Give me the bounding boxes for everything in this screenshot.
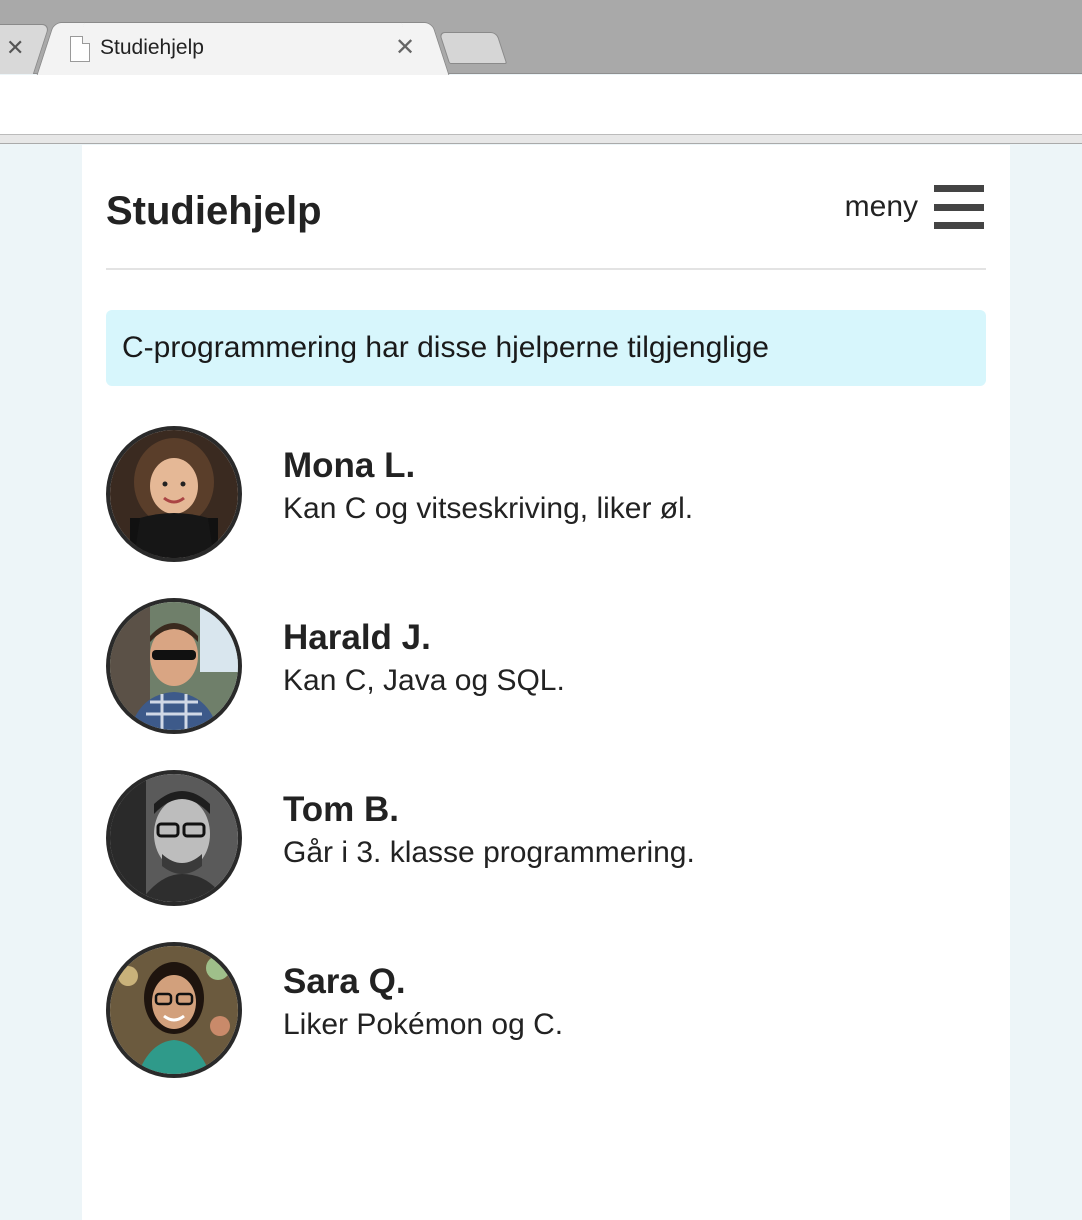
avatar [106, 770, 242, 906]
menu-label: meny [844, 190, 918, 223]
helper-name: Harald J. [283, 618, 431, 657]
list-item[interactable]: Mona L. Kan C og vitseskriving, liker øl… [106, 426, 986, 598]
tab-title: Studiehjelp [100, 36, 204, 59]
browser-tab-bar: ✕ Studiehjelp ✕ [0, 0, 1082, 75]
site-title[interactable]: Studiehjelp [106, 189, 322, 234]
helper-name: Sara Q. [283, 962, 406, 1001]
toolbar-divider [0, 135, 1082, 144]
helper-list: Mona L. Kan C og vitseskriving, liker øl… [106, 426, 986, 1114]
info-banner: C-programmering har disse hjelperne tilg… [106, 310, 986, 386]
avatar [106, 426, 242, 562]
close-icon[interactable]: ✕ [395, 34, 415, 62]
header-divider [106, 268, 986, 270]
avatar [106, 942, 242, 1078]
list-item[interactable]: Sara Q. Liker Pokémon og C. [106, 942, 986, 1114]
helper-description: Kan C og vitseskriving, liker øl. [283, 492, 694, 525]
helper-name: Mona L. [283, 446, 416, 485]
document-icon [70, 36, 90, 62]
list-item[interactable]: Harald J. Kan C, Java og SQL. [106, 598, 986, 770]
close-icon[interactable]: ✕ [6, 34, 24, 62]
active-tab[interactable]: Studiehjelp ✕ [50, 22, 435, 75]
menu-button[interactable]: meny [845, 185, 984, 229]
page-container: Studiehjelp meny C-programmering har dis… [82, 145, 1010, 1220]
helper-description: Går i 3. klasse programmering. [283, 836, 695, 869]
avatar [106, 598, 242, 734]
helper-name: Tom B. [283, 790, 400, 829]
hamburger-icon [934, 185, 984, 229]
browser-toolbar [0, 75, 1082, 135]
list-item[interactable]: Tom B. Går i 3. klasse programmering. [106, 770, 986, 942]
helper-description: Kan C, Java og SQL. [283, 664, 565, 697]
new-tab-button[interactable] [438, 32, 508, 64]
helper-description: Liker Pokémon og C. [283, 1008, 564, 1041]
